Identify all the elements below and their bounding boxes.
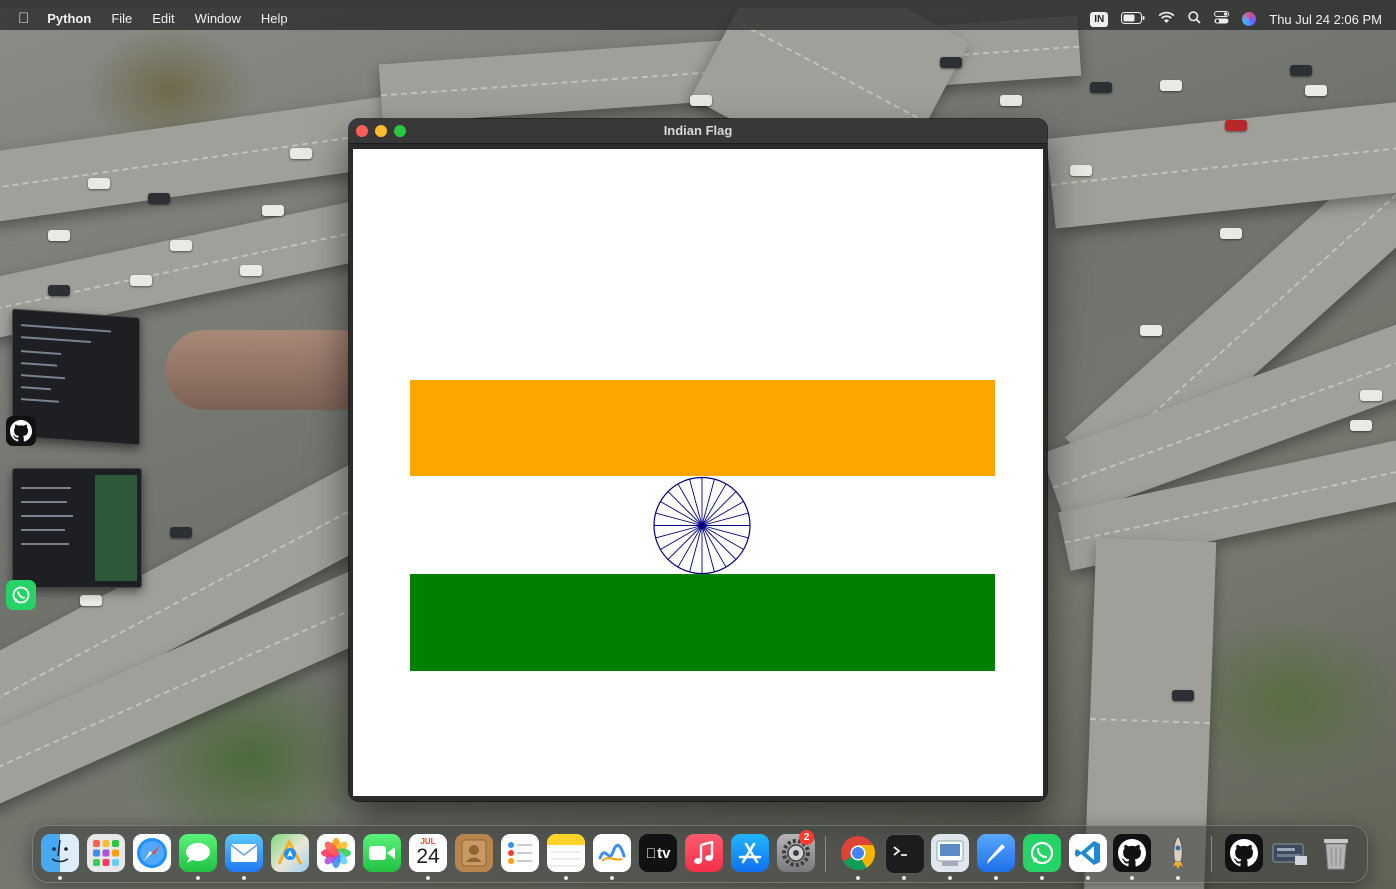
- calendar-day-label: 24: [416, 845, 440, 868]
- github-folder-icon[interactable]: [1225, 834, 1263, 872]
- ashoka-chakra: [653, 476, 751, 575]
- messages-running-dot: [196, 876, 200, 880]
- vscode-running-dot: [1086, 876, 1090, 880]
- preview-icon[interactable]: [931, 834, 969, 872]
- wifi-icon[interactable]: [1158, 11, 1175, 27]
- chakra-hub: [699, 523, 705, 528]
- calendar-running-dot: [426, 876, 430, 880]
- chakra-spoke: [689, 479, 703, 526]
- apple-logo-icon: : [646, 845, 657, 861]
- system-settings-badge: 2: [799, 830, 814, 845]
- music-icon[interactable]: [685, 834, 723, 872]
- desktop-window-thumbnail-2[interactable]: [12, 468, 142, 588]
- mail-icon[interactable]: [225, 834, 263, 872]
- safari-icon[interactable]: [133, 834, 171, 872]
- chakra-spoke: [701, 512, 749, 526]
- apple-menu-icon[interactable]: : [16, 8, 37, 30]
- menu-bar:  Python File Edit Window Help IN Thu Ju…: [0, 8, 1396, 30]
- github-desktop-widget-icon[interactable]: [6, 416, 36, 446]
- control-center-icon[interactable]: [1214, 11, 1230, 27]
- preview-running-dot: [948, 876, 952, 880]
- maps-icon[interactable]: [271, 834, 309, 872]
- menu-help[interactable]: Help: [251, 8, 298, 30]
- notes-running-dot: [564, 876, 568, 880]
- python-launcher-running-dot: [1176, 876, 1180, 880]
- python-launcher-icon[interactable]: [1159, 834, 1197, 872]
- dock: JUL 24  tv 2: [32, 825, 1368, 883]
- menu-file[interactable]: File: [101, 8, 142, 30]
- tv-label: tv: [651, 844, 670, 862]
- contacts-icon[interactable]: [455, 834, 493, 872]
- menu-edit[interactable]: Edit: [142, 8, 184, 30]
- finder-icon[interactable]: [41, 834, 79, 872]
- flag-canvas: [353, 149, 1043, 796]
- whatsapp-running-dot: [1040, 876, 1044, 880]
- notes-icon[interactable]: [547, 834, 585, 872]
- siri-icon[interactable]: [1242, 12, 1257, 26]
- pages-icon[interactable]: [977, 834, 1015, 872]
- apple-tv-icon[interactable]:  tv: [639, 834, 677, 872]
- screenshots-folder-icon[interactable]: [1271, 834, 1309, 872]
- freeform-icon[interactable]: [593, 834, 631, 872]
- terminal-running-dot: [902, 876, 906, 880]
- calendar-icon[interactable]: JUL 24: [409, 834, 447, 872]
- finder-running-dot: [58, 876, 62, 880]
- whatsapp-icon[interactable]: [1023, 834, 1061, 872]
- dock-separator-2: [1211, 836, 1212, 872]
- window-title: Indian Flag: [663, 123, 733, 138]
- terminal-icon[interactable]: [885, 834, 925, 874]
- chrome-icon[interactable]: [839, 834, 877, 872]
- vscode-icon[interactable]: [1069, 834, 1107, 872]
- reminders-icon[interactable]: [501, 834, 539, 872]
- indian-flag-window: Indian Flag: [349, 119, 1047, 801]
- menu-app-python[interactable]: Python: [37, 8, 101, 30]
- app-store-icon[interactable]: [731, 834, 769, 872]
- messages-icon[interactable]: [179, 834, 217, 872]
- chakra-spoke: [689, 525, 703, 572]
- window-titlebar[interactable]: Indian Flag: [349, 119, 1047, 144]
- input-source-indicator[interactable]: IN: [1090, 11, 1109, 27]
- chakra-spoke: [701, 525, 749, 539]
- trash-icon[interactable]: [1317, 834, 1355, 872]
- chakra-spoke: [655, 525, 703, 539]
- chakra-spoke: [701, 479, 715, 526]
- spotlight-search-icon[interactable]: [1188, 11, 1201, 27]
- photos-icon[interactable]: [317, 834, 355, 872]
- battery-icon[interactable]: [1121, 11, 1145, 27]
- flag-saffron-stripe: [410, 380, 995, 476]
- launchpad-icon[interactable]: [87, 834, 125, 872]
- chakra-spoke: [701, 525, 715, 572]
- screen-top-edge: [0, 0, 1396, 8]
- facetime-icon[interactable]: [363, 834, 401, 872]
- menu-window[interactable]: Window: [185, 8, 251, 30]
- chrome-running-dot: [856, 876, 860, 880]
- github-desktop-running-dot: [1130, 876, 1134, 880]
- whatsapp-widget-icon[interactable]: [6, 580, 36, 610]
- chakra-spoke: [655, 512, 703, 526]
- mail-running-dot: [242, 876, 246, 880]
- freeform-running-dot: [610, 876, 614, 880]
- menu-clock[interactable]: Thu Jul 24 2:06 PM: [1269, 12, 1382, 27]
- pages-running-dot: [994, 876, 998, 880]
- flag-green-stripe: [410, 574, 995, 671]
- github-desktop-icon[interactable]: [1113, 834, 1151, 872]
- dock-separator: [825, 836, 826, 872]
